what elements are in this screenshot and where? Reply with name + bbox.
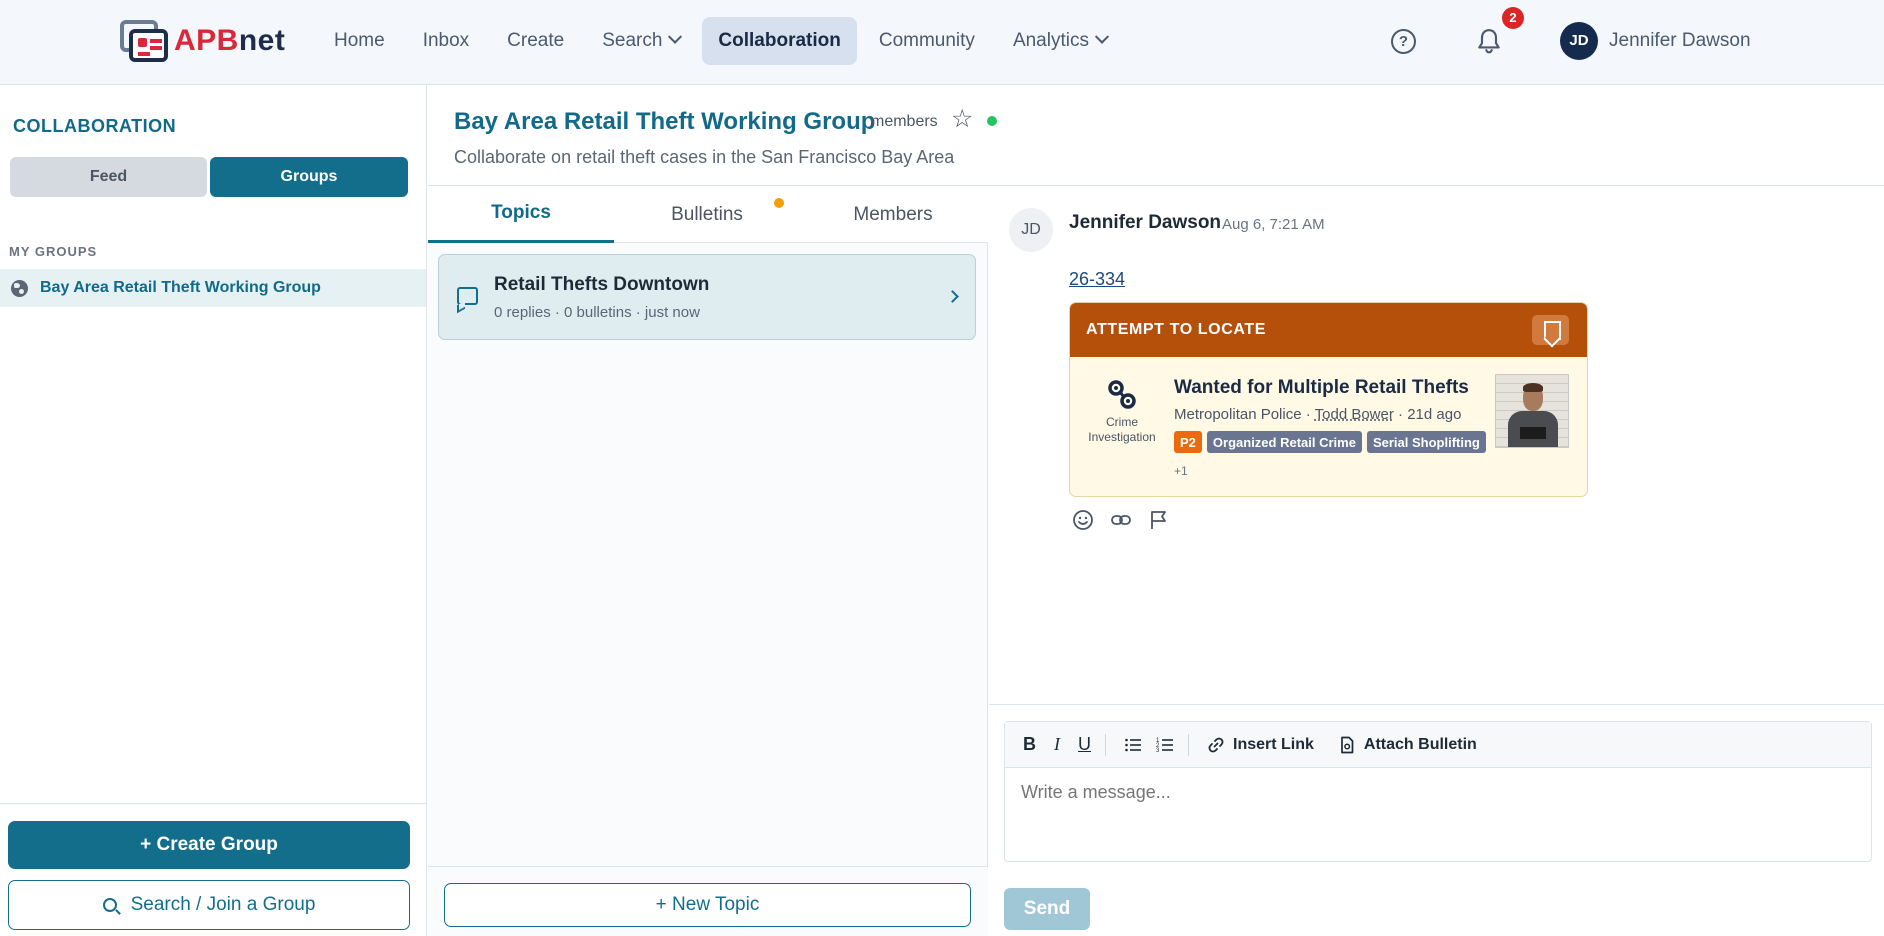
priority-badge: P2 bbox=[1174, 431, 1202, 453]
tag-badge: Organized Retail Crime bbox=[1206, 431, 1362, 453]
bold-button[interactable]: B bbox=[1023, 734, 1036, 755]
bulletin-source: Metropolitan Police · Todd Bower · 21d a… bbox=[1174, 406, 1462, 423]
chevron-down-icon bbox=[1094, 29, 1110, 44]
group-tabs: Topics Bulletins Members bbox=[428, 186, 988, 243]
bookmark-icon[interactable] bbox=[1532, 315, 1569, 345]
author-avatar: JD bbox=[1009, 208, 1053, 252]
bulletin-tags: P2 Organized Retail Crime Serial Shoplif… bbox=[1174, 431, 1491, 453]
sidebar-actions: + Create Group Search / Join a Group bbox=[0, 803, 426, 936]
group-header: Bay Area Retail Theft Working Group memb… bbox=[428, 85, 1884, 186]
collaboration-sidebar: COLLABORATION Feed Groups MY GROUPS Bay … bbox=[0, 85, 427, 936]
suspect-photo bbox=[1495, 374, 1569, 448]
nav-inbox[interactable]: Inbox bbox=[407, 17, 485, 65]
topics-panel: Topics Bulletins Members Retail Thefts D… bbox=[428, 186, 988, 936]
new-topic-button[interactable]: + New Topic bbox=[444, 883, 971, 927]
topic-meta: 0 replies · 0 bulletins · just now bbox=[494, 304, 700, 321]
flag-icon[interactable] bbox=[1148, 509, 1170, 531]
nav-home[interactable]: Home bbox=[318, 17, 401, 65]
crime-investigation-icon bbox=[1108, 380, 1136, 409]
tab-topics[interactable]: Topics bbox=[428, 186, 614, 243]
bulletin-header: ATTEMPT TO LOCATE bbox=[1070, 303, 1587, 357]
topic-title: Retail Thefts Downtown bbox=[494, 274, 710, 295]
my-groups-label: MY GROUPS bbox=[9, 244, 98, 259]
create-group-button[interactable]: + Create Group bbox=[8, 821, 410, 869]
toolbar-divider bbox=[1188, 733, 1189, 756]
chevron-down-icon bbox=[668, 29, 683, 44]
attach-bulletin-button[interactable]: Attach Bulletin bbox=[1364, 736, 1477, 754]
nav-analytics[interactable]: Analytics bbox=[997, 17, 1123, 65]
feed-groups-toggle: Feed Groups bbox=[10, 157, 408, 197]
toolbar-divider bbox=[1105, 733, 1106, 756]
help-icon[interactable]: ? bbox=[1391, 29, 1416, 54]
user-avatar[interactable]: JD bbox=[1560, 22, 1598, 60]
bulletin-type: ATTEMPT TO LOCATE bbox=[1086, 321, 1266, 338]
nav-collaboration[interactable]: Collaboration bbox=[702, 17, 857, 65]
bulletins-unread-dot bbox=[774, 198, 784, 208]
message-thread: JD Jennifer Dawson Aug 6, 7:21 AM 26-334… bbox=[989, 186, 1884, 936]
tab-members[interactable]: Members bbox=[800, 186, 986, 243]
topic-item[interactable]: Retail Thefts Downtown 0 replies · 0 bul… bbox=[438, 254, 976, 340]
nav-search[interactable]: Search bbox=[586, 17, 696, 65]
bulletin-title[interactable]: Wanted for Multiple Retail Thefts bbox=[1174, 377, 1469, 399]
search-join-group-button[interactable]: Search / Join a Group bbox=[8, 880, 410, 930]
search-icon bbox=[102, 898, 117, 912]
group-name: Bay Area Retail Theft Working Group bbox=[40, 279, 321, 296]
composer-toolbar: B I U 1 2 3 Insert Link Attach Bulletin bbox=[1005, 722, 1871, 768]
bulletin-category: Crime Investigation bbox=[1088, 415, 1156, 444]
topics-footer: + New Topic bbox=[428, 866, 988, 936]
globe-icon bbox=[11, 279, 28, 297]
chat-bubble-icon bbox=[457, 287, 478, 305]
nav-create[interactable]: Create bbox=[491, 17, 580, 65]
message-timestamp: Aug 6, 7:21 AM bbox=[1222, 216, 1325, 233]
bullet-list-icon[interactable] bbox=[1124, 736, 1142, 754]
notification-badge: 2 bbox=[1502, 7, 1524, 29]
star-icon[interactable]: ☆ bbox=[951, 107, 973, 132]
insert-link-button[interactable]: Insert Link bbox=[1233, 736, 1314, 754]
logo-text: APBnet bbox=[174, 24, 286, 57]
feed-toggle-button[interactable]: Feed bbox=[10, 157, 207, 197]
user-name[interactable]: Jennifer Dawson bbox=[1609, 30, 1751, 52]
group-title: Bay Area Retail Theft Working Group bbox=[454, 108, 876, 135]
top-navbar: APBnet Home Inbox Create Search Collabor… bbox=[0, 0, 1884, 85]
send-button[interactable]: Send bbox=[1004, 888, 1090, 930]
sidebar-title: COLLABORATION bbox=[13, 116, 177, 136]
emoji-icon[interactable] bbox=[1072, 509, 1094, 531]
message-author: Jennifer Dawson bbox=[1069, 212, 1222, 233]
bell-icon[interactable] bbox=[1476, 27, 1502, 55]
bulletin-card[interactable]: ATTEMPT TO LOCATE Crime Investigation Wan… bbox=[1069, 302, 1588, 497]
online-status-dot bbox=[987, 116, 997, 126]
group-description: Collaborate on retail theft cases in the… bbox=[454, 147, 955, 167]
divider bbox=[989, 704, 1884, 705]
attach-document-icon bbox=[1341, 736, 1354, 753]
link-icon[interactable] bbox=[1110, 509, 1132, 531]
apbnet-logo[interactable]: APBnet bbox=[120, 19, 285, 63]
members-link[interactable]: members bbox=[871, 113, 938, 131]
message-actions bbox=[1072, 509, 1186, 531]
svg-text:3: 3 bbox=[1156, 748, 1160, 754]
main-nav: Home Inbox Create Search Collaboration C… bbox=[318, 17, 1129, 65]
chevron-right-icon bbox=[946, 290, 959, 303]
message-input[interactable] bbox=[1021, 782, 1851, 803]
link-icon bbox=[1208, 737, 1224, 752]
italic-button[interactable]: I bbox=[1054, 734, 1060, 755]
tag-badge: Serial Shoplifting bbox=[1366, 431, 1486, 453]
tab-bulletins[interactable]: Bulletins bbox=[614, 186, 800, 243]
groups-toggle-button[interactable]: Groups bbox=[210, 157, 408, 197]
bulletin-reference-link[interactable]: 26-334 bbox=[1069, 269, 1125, 290]
logo-icon bbox=[120, 20, 168, 62]
underline-button[interactable]: U bbox=[1078, 734, 1091, 755]
nav-community[interactable]: Community bbox=[863, 17, 991, 65]
message-composer: B I U 1 2 3 Insert Link Attach Bulletin … bbox=[1004, 721, 1872, 862]
numbered-list-icon[interactable]: 1 2 3 bbox=[1156, 736, 1174, 754]
officer-link[interactable]: Todd Bower bbox=[1315, 406, 1394, 423]
more-tags-count[interactable]: +1 bbox=[1174, 464, 1188, 478]
sidebar-item-group[interactable]: Bay Area Retail Theft Working Group bbox=[0, 269, 426, 307]
